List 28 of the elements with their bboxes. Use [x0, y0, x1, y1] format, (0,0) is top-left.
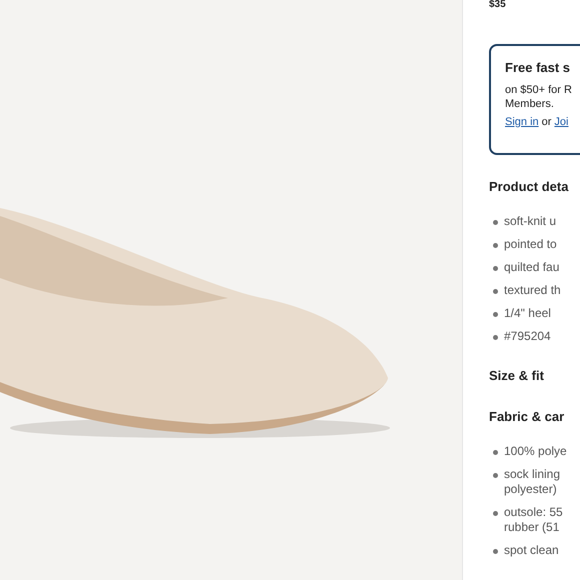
detail-text: 100% polye — [504, 444, 567, 458]
bullet-icon — [493, 288, 498, 294]
bullet-icon — [493, 548, 498, 554]
bullet-icon — [493, 334, 498, 340]
bullet-icon — [493, 472, 498, 478]
bullet-icon — [493, 510, 498, 516]
section-heading[interactable]: Size & fit — [489, 366, 544, 385]
bullet-icon — [493, 242, 498, 248]
or-text: or — [542, 114, 552, 130]
detail-text: 1/4" heel — [504, 306, 551, 320]
sign-in-link[interactable]: Sign in — [505, 114, 539, 130]
detail-text: spot clean — [504, 542, 559, 558]
detail-text: #795204 — [504, 328, 551, 344]
section-heading[interactable]: Product deta — [489, 177, 568, 196]
bullet-icon — [493, 450, 498, 454]
detail-text: textured th — [504, 282, 561, 298]
promo-text: on $50+ for R Members. — [505, 82, 572, 110]
detail-text: sock lining polyester) — [504, 466, 560, 496]
bullet-icon — [493, 312, 498, 316]
detail-text: outsole: 55 rubber (51 — [504, 504, 563, 534]
detail-text: quilted fau — [504, 260, 560, 274]
promo-title: Free fast s — [505, 59, 570, 77]
detail-text: pointed to — [504, 236, 557, 252]
section-heading[interactable]: Fabric & car — [489, 407, 564, 426]
bullet-icon — [493, 220, 498, 224]
detail-text: soft-knit u — [504, 214, 556, 228]
bullet-icon — [493, 266, 498, 270]
join-link[interactable]: Joi — [554, 114, 568, 130]
